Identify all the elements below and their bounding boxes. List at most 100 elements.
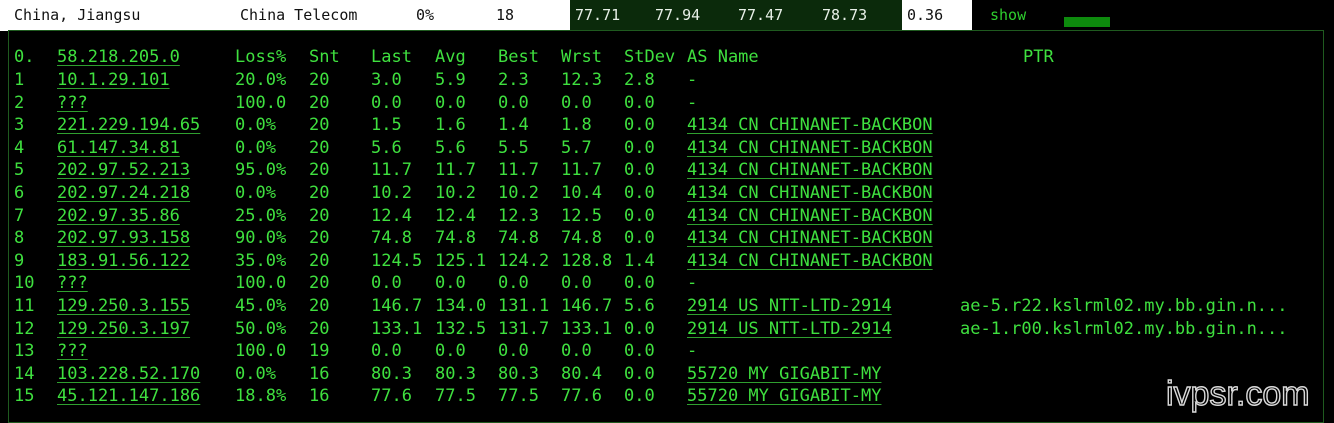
- hop-host-link[interactable]: 61.147.34.81: [57, 137, 180, 159]
- summary-best: 77.47: [738, 6, 784, 24]
- hop-worst: 0.0: [561, 92, 592, 113]
- hop-as-name[interactable]: 4134 CN CHINANET-BACKBON: [687, 114, 933, 136]
- table-row: 1 10.1.29.101 20.0% 20 3.0 5.9 2.3 12.3 2.8 -: [9, 69, 1319, 91]
- hop-number: 7: [14, 205, 25, 226]
- hop-loss: 35.0%: [235, 250, 287, 271]
- hop-avg: 74.8: [435, 228, 476, 249]
- hop-host-link[interactable]: 202.97.93.158: [57, 227, 190, 249]
- hop-stdev: 0.0: [624, 183, 655, 203]
- hop-worst: 146.7: [561, 296, 613, 316]
- hop-sent: 20: [309, 205, 330, 226]
- hop-stdev: 0.0: [624, 115, 655, 136]
- hop-sent: 16: [309, 363, 330, 384]
- table-row: 9 183.91.56.122 35.0% 20 124.5 125.1 124.2 128.…: [9, 250, 1319, 272]
- table-row: 8 202.97.93.158 90.0% 20 74.8 74.8 74.8 74.8 0.0…: [9, 227, 1319, 249]
- hop-avg: 77.5: [435, 386, 476, 407]
- hop-sent: 20: [309, 160, 330, 181]
- hop-host-link[interactable]: ???: [57, 272, 88, 294]
- hop-last: 5.6: [371, 137, 402, 158]
- summary-worst: 78.73: [822, 6, 868, 24]
- summary-avg: 77.94: [655, 6, 701, 24]
- show-link[interactable]: show: [990, 0, 1026, 31]
- column-header-avg: Avg: [435, 47, 466, 67]
- hop-host-link[interactable]: 183.91.56.122: [57, 250, 190, 272]
- hop-best: 0.0: [498, 92, 529, 113]
- hop-host-link[interactable]: 129.250.3.197: [57, 318, 190, 340]
- hop-as-name[interactable]: 2914 US NTT-LTD-2914: [687, 318, 892, 340]
- hop-host-link[interactable]: 202.97.24.218: [57, 182, 190, 204]
- hop-ptr: ae-1.r00.kslrml02.my.bb.gin.n...: [960, 318, 1288, 339]
- hop-best: 0.0: [498, 341, 529, 362]
- column-header-last: Last: [371, 47, 412, 67]
- hop-last: 10.2: [371, 183, 412, 203]
- hop-as-name[interactable]: 4134 CN CHINANET-BACKBON: [687, 137, 933, 159]
- hop-best: 131.7: [498, 318, 550, 339]
- hop-worst: 5.7: [561, 137, 592, 158]
- table-row: 4 61.147.34.81 0.0% 20 5.6 5.6 5.5 5.7 0.0 4134 C…: [9, 137, 1319, 159]
- table-row: 14 103.228.52.170 0.0% 16 80.3 80.3 80.3 80.4 0.…: [9, 363, 1319, 385]
- hop-last: 77.6: [371, 386, 412, 407]
- hop-as-name[interactable]: 4134 CN CHINANET-BACKBON: [687, 227, 933, 249]
- hop-host-link[interactable]: 45.121.147.186: [57, 385, 200, 407]
- hop-avg: 132.5: [435, 318, 487, 339]
- hop-sent: 20: [309, 70, 330, 90]
- column-header-asname: AS Name: [687, 47, 759, 67]
- hop-host-link[interactable]: 129.250.3.155: [57, 295, 190, 317]
- hop-host-link[interactable]: 202.97.35.86: [57, 205, 180, 227]
- hop-as-name[interactable]: 4134 CN CHINANET-BACKBON: [687, 182, 933, 204]
- hop-loss: 0.0%: [235, 115, 276, 136]
- hop-stdev: 0.0: [624, 273, 655, 294]
- hop-worst: 133.1: [561, 318, 613, 339]
- hop-host-link[interactable]: ???: [57, 92, 88, 114]
- hop-as-name[interactable]: 2914 US NTT-LTD-2914: [687, 295, 892, 317]
- hop-as-name[interactable]: 4134 CN CHINANET-BACKBON: [687, 250, 933, 272]
- hop-number: 12: [14, 318, 35, 339]
- hop-worst: 0.0: [561, 341, 592, 362]
- hop-number: 2: [14, 92, 25, 113]
- hop-worst: 74.8: [561, 228, 602, 249]
- hop-as-name[interactable]: 55720 MY GIGABIT-MY: [687, 363, 881, 385]
- hop-number: 8: [14, 228, 25, 249]
- isp-label: China Telecom: [240, 6, 358, 24]
- hop-best: 1.4: [498, 115, 529, 136]
- hop-last: 3.0: [371, 70, 402, 90]
- hop-sent: 19: [309, 341, 330, 362]
- hop-sent: 16: [309, 386, 330, 407]
- hop-as-name[interactable]: 55720 MY GIGABIT-MY: [687, 385, 881, 407]
- hop-sent: 20: [309, 250, 330, 271]
- column-header-ptr: PTR: [1023, 47, 1054, 67]
- hop-avg: 125.1: [435, 250, 487, 271]
- column-header-snt: Snt: [309, 47, 340, 67]
- column-header-wrst: Wrst: [561, 47, 602, 67]
- hop-number: 11: [14, 296, 35, 316]
- hop-host-link[interactable]: 202.97.52.213: [57, 159, 190, 181]
- hop-number: 9: [14, 250, 25, 271]
- hop-as-name[interactable]: 4134 CN CHINANET-BACKBON: [687, 205, 933, 227]
- hop-host-link[interactable]: 10.1.29.101: [57, 69, 170, 91]
- hop-sent: 20: [309, 273, 330, 294]
- hop-last: 124.5: [371, 250, 423, 271]
- hop-worst: 12.5: [561, 205, 602, 226]
- hop-as-name: -: [687, 341, 698, 362]
- hop-loss: 0.0%: [235, 363, 276, 384]
- hop-loss: 100.0: [235, 341, 287, 362]
- hop-last: 11.7: [371, 160, 412, 181]
- target-host-link[interactable]: 58.218.205.0: [57, 46, 180, 68]
- latency-bar: [1064, 17, 1110, 27]
- hop-as-name[interactable]: 4134 CN CHINANET-BACKBON: [687, 159, 933, 181]
- column-header-best: Best: [498, 47, 539, 67]
- hop-avg: 80.3: [435, 363, 476, 384]
- table-row: 10??? 100.0 20 0.0 0.0 0.0 0.0 0.0 -: [9, 272, 1319, 294]
- hop-loss: 25.0%: [235, 205, 287, 226]
- mtr-output-panel: 0. 58.218.205.0 Loss% Snt Last Avg Best …: [8, 30, 1324, 423]
- hop-last: 133.1: [371, 318, 423, 339]
- hop-host-link[interactable]: 221.229.194.65: [57, 114, 200, 136]
- hop-best: 124.2: [498, 250, 550, 271]
- hop-number: 14: [14, 363, 35, 384]
- hop-last: 80.3: [371, 363, 412, 384]
- row-index: 0.: [14, 47, 35, 67]
- hop-host-link[interactable]: ???: [57, 340, 88, 362]
- svg-text:ivpsr.com: ivpsr.com: [1166, 375, 1310, 413]
- hop-host-link[interactable]: 103.228.52.170: [57, 363, 200, 385]
- hop-sent: 20: [309, 228, 330, 249]
